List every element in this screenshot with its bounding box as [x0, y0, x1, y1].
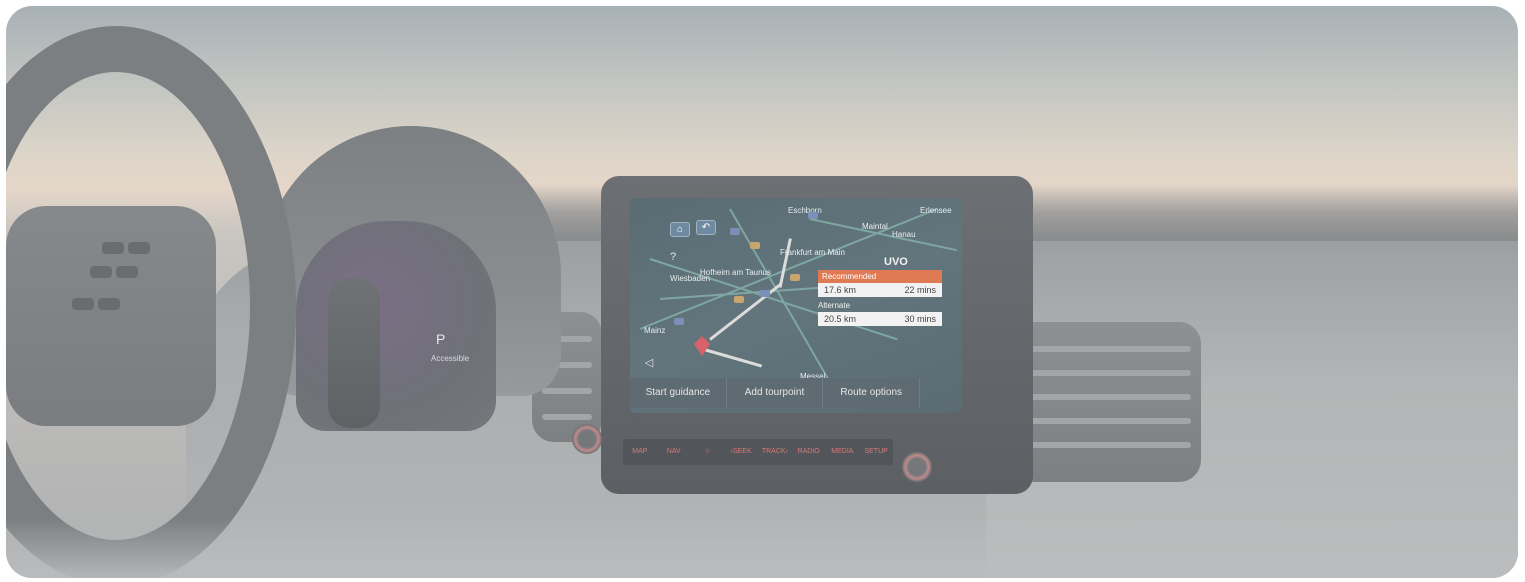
steering-hub — [6, 206, 216, 426]
brand-logo: UVO — [884, 256, 908, 268]
map-label: Wiesbaden — [670, 274, 711, 283]
setup-hardkey[interactable]: SETUP — [859, 439, 893, 465]
wheel-button — [98, 298, 120, 310]
destination-pin-icon — [694, 336, 710, 356]
poi-marker — [674, 318, 684, 325]
add-tourpoint-button[interactable]: Add tourpoint — [726, 378, 824, 408]
volume-icon[interactable]: ◁ — [642, 356, 656, 370]
favorite-hardkey[interactable]: ☆ — [691, 439, 725, 465]
dashboard-photo: P Accessible Eschborn Frankfurt am Main … — [6, 6, 1518, 578]
seek-hardkey[interactable]: ‹SEEK — [724, 439, 758, 465]
home-icon[interactable]: ⌂ — [670, 222, 690, 237]
info-icon[interactable]: ? — [666, 250, 680, 264]
wheel-button — [102, 242, 124, 254]
alternate-label: Alternate — [818, 301, 851, 310]
alternate-route[interactable]: 20.5 km 30 mins — [818, 312, 942, 326]
start-guidance-button[interactable]: Start guidance — [630, 378, 727, 408]
map-label: Frankfurt am Main — [780, 248, 845, 257]
hardware-button-row: MAP NAV ☆ ‹SEEK TRACK› RADIO MEDIA SETUP — [623, 439, 893, 465]
map-label: Maintal — [862, 222, 888, 231]
map-hardkey[interactable]: MAP — [623, 439, 657, 465]
wheel-button — [90, 266, 112, 278]
recommended-label: Recommended — [818, 270, 942, 283]
radio-hardkey[interactable]: RADIO — [792, 439, 826, 465]
return-icon[interactable]: ↶ — [696, 220, 716, 235]
poi-marker — [750, 242, 760, 249]
bottom-shade — [6, 518, 1518, 578]
cluster-subtext: Accessible — [431, 354, 470, 363]
wheel-button — [116, 266, 138, 278]
tune-knob[interactable] — [902, 452, 932, 482]
wheel-button — [72, 298, 94, 310]
alternate-distance: 20.5 km — [824, 314, 857, 324]
track-hardkey[interactable]: TRACK› — [758, 439, 792, 465]
volume-knob[interactable] — [572, 424, 602, 454]
map-label: Mainz — [644, 326, 666, 335]
wiper-stalk — [328, 278, 380, 428]
nav-hardkey[interactable]: NAV — [657, 439, 691, 465]
map-label: Hanau — [892, 230, 916, 239]
route-actions: Start guidance Add tourpoint Route optio… — [630, 378, 921, 408]
recommended-route[interactable]: 17.6 km 22 mins — [818, 283, 942, 297]
right-air-vent — [1006, 322, 1201, 482]
alternate-time: 30 mins — [904, 314, 936, 324]
route-options-button[interactable]: Route options — [823, 378, 921, 408]
map-label: Erlensee — [920, 206, 952, 215]
poi-marker — [808, 212, 818, 219]
poi-marker — [790, 274, 800, 281]
media-hardkey[interactable]: MEDIA — [826, 439, 860, 465]
route-summary-panel[interactable]: Recommended 17.6 km 22 mins Alternate 20… — [818, 270, 942, 326]
poi-marker — [760, 290, 770, 297]
wheel-button — [128, 242, 150, 254]
recommended-distance: 17.6 km — [824, 285, 857, 295]
poi-marker — [730, 228, 740, 235]
instrument-cluster — [296, 221, 496, 431]
recommended-time: 22 mins — [904, 285, 936, 295]
gear-indicator: P — [436, 331, 446, 347]
poi-marker — [734, 296, 744, 303]
map-label: Hofheim am Taunus — [700, 268, 771, 277]
